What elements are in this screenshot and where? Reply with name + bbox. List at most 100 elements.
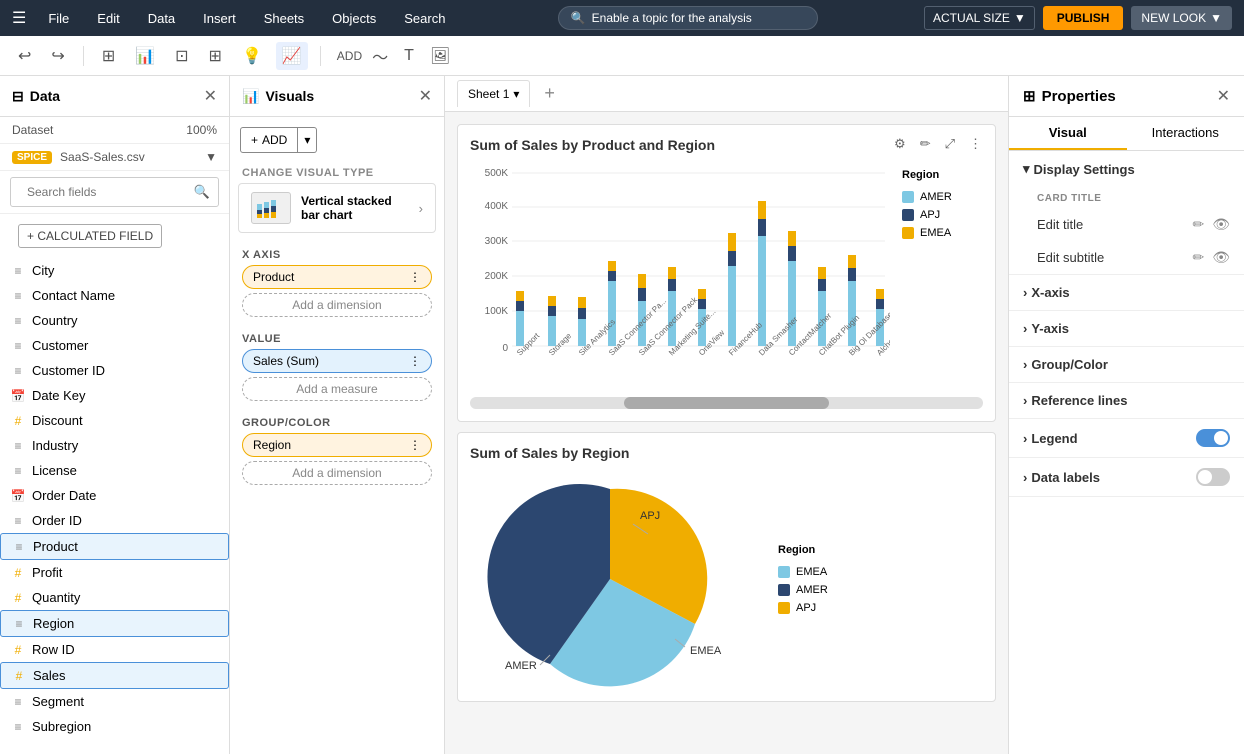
add-line-button[interactable]: 〜	[366, 40, 394, 72]
field-item-customer[interactable]: ≡ Customer	[0, 333, 229, 358]
svg-text:500K: 500K	[485, 168, 509, 179]
add-text-button[interactable]: T	[398, 43, 420, 69]
visual-icon: 📈	[282, 46, 302, 66]
legend-label: AMER	[920, 191, 952, 203]
value-add[interactable]: Add a measure	[242, 377, 432, 401]
publish-button[interactable]: PUBLISH	[1043, 6, 1124, 30]
visual-type-name: Vertical stacked bar chart	[301, 194, 409, 222]
field-item-product[interactable]: ≡ Product	[0, 533, 229, 560]
x-axis-add[interactable]: Add a dimension	[242, 293, 432, 317]
field-item-orderid[interactable]: ≡ Order ID	[0, 508, 229, 533]
value-pill[interactable]: Sales (Sum) ⋮	[242, 349, 432, 373]
data-labels-header[interactable]: › Data labels	[1009, 458, 1244, 496]
grid-button[interactable]: ⊞	[203, 42, 228, 70]
field-item-subregion[interactable]: ≡ Subregion	[0, 714, 229, 739]
properties-header: ⊞ Properties ✕	[1009, 76, 1244, 117]
x-axis-pill[interactable]: Product ⋮	[242, 265, 432, 289]
section-data-labels: › Data labels	[1009, 458, 1244, 497]
field-item-profit[interactable]: # Profit	[0, 560, 229, 585]
x-axis-header[interactable]: › X-axis	[1009, 275, 1244, 310]
value-section: VALUE Sales (Sum) ⋮ Add a measure	[230, 325, 444, 409]
legend-item-apj: APJ	[902, 209, 966, 221]
search-input[interactable]	[19, 181, 190, 203]
visual-button[interactable]: 📈	[276, 42, 308, 70]
field-item-sales[interactable]: # Sales	[0, 662, 229, 689]
edit-subtitle-visibility-button[interactable]: 👁	[1212, 249, 1230, 266]
edit-title-visibility-button[interactable]: 👁	[1212, 216, 1230, 233]
menu-sheets[interactable]: Sheets	[258, 7, 310, 30]
field-item-discount[interactable]: # Discount	[0, 408, 229, 433]
field-item-region[interactable]: ≡ Region	[0, 610, 229, 637]
visuals-panel-close[interactable]: ✕	[419, 86, 432, 106]
menu-data[interactable]: Data	[142, 7, 181, 30]
legend-header[interactable]: › Legend	[1009, 419, 1244, 457]
topic-search[interactable]: 🔍 Enable a topic for the analysis	[558, 6, 818, 30]
reference-lines-header[interactable]: › Reference lines	[1009, 383, 1244, 418]
table-view-button[interactable]: ⊞	[96, 42, 121, 70]
data-panel-close[interactable]: ✕	[204, 86, 217, 106]
field-item-orderdate[interactable]: 📅 Order Date	[0, 483, 229, 508]
add-visual-dropdown[interactable]: ▾	[298, 127, 317, 153]
field-item-industry[interactable]: ≡ Industry	[0, 433, 229, 458]
menu-search[interactable]: Search	[398, 7, 451, 30]
redo-button[interactable]: ↪	[45, 42, 70, 70]
legend-toggle[interactable]	[1196, 429, 1230, 447]
group-add[interactable]: Add a dimension	[242, 461, 432, 485]
bar-chart-button[interactable]: 📊	[129, 42, 161, 70]
data-labels-toggle[interactable]	[1196, 468, 1230, 486]
field-item-rowid[interactable]: # Row ID	[0, 637, 229, 662]
menu-edit[interactable]: Edit	[91, 7, 125, 30]
y-axis-header[interactable]: › Y-axis	[1009, 311, 1244, 346]
field-item-city[interactable]: ≡ City	[0, 258, 229, 283]
chart1-scrollbar[interactable]	[470, 397, 983, 409]
tab-interactions[interactable]: Interactions	[1127, 117, 1244, 150]
new-look-button[interactable]: NEW LOOK ▼	[1131, 6, 1232, 30]
separator	[83, 46, 84, 66]
actual-size-button[interactable]: ACTUAL SIZE ▼	[924, 6, 1035, 30]
menu-objects[interactable]: Objects	[326, 7, 382, 30]
add-image-button[interactable]: 🖼	[424, 42, 456, 70]
legend-color	[778, 584, 790, 596]
group-color-header[interactable]: › Group/Color	[1009, 347, 1244, 382]
section-display-header[interactable]: ▾ Display Settings	[1009, 151, 1244, 187]
menu-file[interactable]: File	[42, 7, 75, 30]
add-sheet-button[interactable]: +	[538, 81, 561, 106]
field-item-contact[interactable]: ≡ Contact Name	[0, 283, 229, 308]
edit-subtitle-edit-button[interactable]: ✏	[1192, 249, 1204, 266]
dataset-file-row[interactable]: SPICE SaaS-Sales.csv ▼	[0, 144, 229, 171]
field-item-datekey[interactable]: 📅 Date Key	[0, 383, 229, 408]
legend-title: Region	[902, 169, 966, 181]
chart1-edit-button[interactable]: ✏	[915, 133, 936, 155]
svg-text:300K: 300K	[485, 236, 509, 247]
svg-text:EMEA: EMEA	[690, 645, 722, 657]
field-item-license[interactable]: ≡ License	[0, 458, 229, 483]
edit-title-row: Edit title ✏ 👁	[1009, 208, 1244, 241]
visual-type-row[interactable]: Vertical stacked bar chart ›	[238, 183, 436, 233]
properties-close[interactable]: ✕	[1217, 86, 1230, 106]
edit-title-edit-button[interactable]: ✏	[1192, 216, 1204, 233]
chart1-expand-button[interactable]: ⤢	[940, 133, 960, 155]
field-name: Product	[33, 539, 78, 554]
field-list: ≡ City ≡ Contact Name ≡ Country ≡ Custom…	[0, 258, 229, 754]
field-item-country[interactable]: ≡ Country	[0, 308, 229, 333]
sheet-tab-1[interactable]: Sheet 1 ▾	[457, 80, 530, 107]
tab-visual[interactable]: Visual	[1009, 117, 1127, 150]
insight-button[interactable]: 💡	[236, 42, 268, 70]
chart2-title: Sum of Sales by Region	[470, 445, 983, 461]
field-name: Order Date	[32, 488, 96, 503]
field-item-quantity[interactable]: # Quantity	[0, 585, 229, 610]
undo-button[interactable]: ↩	[12, 42, 37, 70]
field-item-segment[interactable]: ≡ Segment	[0, 689, 229, 714]
legend-label: APJ	[796, 602, 816, 614]
field-item-customerid[interactable]: ≡ Customer ID	[0, 358, 229, 383]
menu-insert[interactable]: Insert	[197, 7, 242, 30]
add-visual-button[interactable]: + ADD	[240, 127, 298, 153]
x-axis-label: X AXIS	[242, 249, 432, 261]
chart1-more-button[interactable]: ⋮	[964, 133, 987, 155]
calc-field-button[interactable]: + CALCULATED FIELD	[18, 224, 162, 248]
edit-subtitle-row: Edit subtitle ✏ 👁	[1009, 241, 1244, 274]
chart1-settings-button[interactable]: ⚙	[889, 133, 911, 155]
group-pill[interactable]: Region ⋮	[242, 433, 432, 457]
filter-button[interactable]: ⊡	[169, 42, 194, 70]
pie-chart-svg: APJ EMEA AMER	[470, 469, 750, 689]
